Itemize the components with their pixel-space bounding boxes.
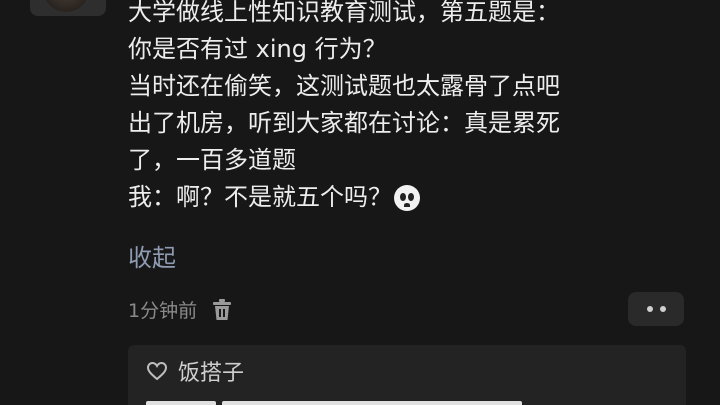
more-dots-icon bbox=[659, 306, 666, 312]
comment-body: 大学做线上性知识教育测试，第五题是： 你是否有过 xing 行为？ 当时还在偷笑… bbox=[128, 0, 698, 216]
comment-line: 出了机房，听到大家都在讨论：真是累死 bbox=[128, 109, 560, 137]
comment-meta: 1分钟前 bbox=[128, 296, 233, 323]
avatar-image bbox=[44, 0, 88, 12]
comment-line-last: 我：啊？不是就五个吗？ bbox=[128, 179, 420, 216]
comment-line-text: 我：啊？不是就五个吗？ bbox=[128, 183, 392, 211]
reply-panel: 饭搭子 bbox=[128, 345, 686, 405]
more-dots-icon bbox=[646, 306, 653, 312]
comment-line: 当时还在偷笑，这测试题也太露骨了点吧 bbox=[128, 72, 560, 100]
trash-icon[interactable] bbox=[211, 298, 233, 322]
comment-line: 了，一百多道题 bbox=[128, 146, 296, 174]
comment-line: 大学做线上性知识教育测试，第五题是： bbox=[128, 0, 560, 26]
more-options-button[interactable] bbox=[628, 292, 684, 326]
like-row: 饭搭子 bbox=[146, 355, 244, 387]
collapse-link[interactable]: 收起 bbox=[128, 238, 176, 273]
heart-outline-icon[interactable] bbox=[146, 361, 168, 381]
avatar[interactable] bbox=[30, 0, 106, 16]
timestamp: 1分钟前 bbox=[128, 300, 198, 322]
crying-face-emoji-icon bbox=[394, 184, 420, 211]
reply-text-cutoff bbox=[146, 401, 522, 405]
comment-line: 你是否有过 xing 行为？ bbox=[128, 35, 387, 63]
liker-name[interactable]: 饭搭子 bbox=[178, 355, 244, 387]
